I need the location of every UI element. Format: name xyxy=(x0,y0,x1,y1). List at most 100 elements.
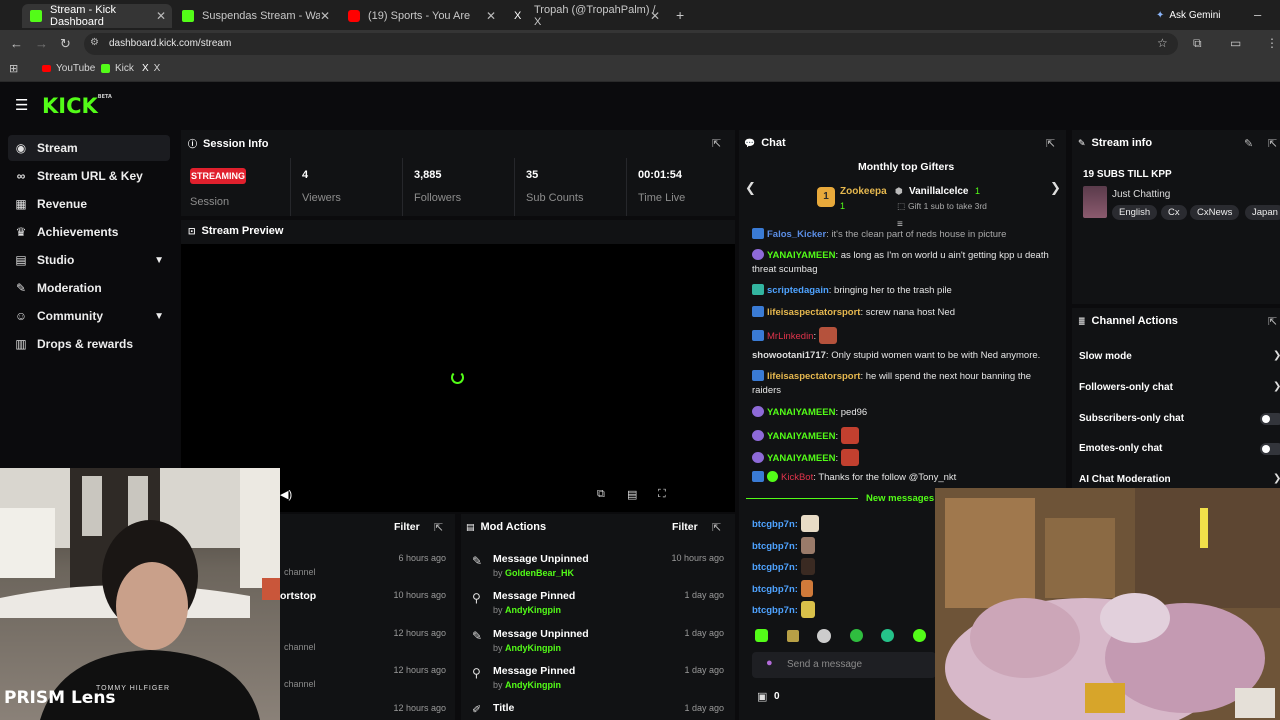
log-row-text: channel xyxy=(284,642,316,652)
popout-icon[interactable]: ⇱ xyxy=(712,137,721,150)
filter-button[interactable]: Filter xyxy=(672,521,698,533)
chevron-left-icon[interactable]: ❮ xyxy=(745,180,756,196)
emote-shortcut-icon[interactable] xyxy=(787,630,799,642)
chat-username[interactable]: btcgbp7n: xyxy=(752,562,798,573)
chat-username[interactable]: YANAIYAMEEN xyxy=(767,250,835,261)
new-tab-icon[interactable]: + xyxy=(676,7,684,23)
chat-username[interactable]: btcgbp7n: xyxy=(752,541,798,552)
gift-prompt[interactable]: Gift 1 sub to take 3rd xyxy=(908,201,987,211)
emote-shortcut-icon[interactable] xyxy=(881,629,894,642)
gifter-2-name[interactable]: Vanillalcelce xyxy=(909,186,969,197)
popout-icon[interactable]: ⇱ xyxy=(1046,137,1055,150)
moderator-name[interactable]: GoldenBear_HK xyxy=(505,568,574,578)
browser-tab-youtube-sports[interactable]: (19) Sports - You Are The R ✕ xyxy=(340,4,502,28)
chat-username[interactable]: lifeisaspectatorsport xyxy=(767,307,860,318)
microphone-icon[interactable]: ● xyxy=(766,657,773,669)
browser-tab-kick-dashboard[interactable]: Stream - Kick Dashboard ✕ xyxy=(22,4,172,28)
gifter-1-name[interactable]: Zookeepa xyxy=(840,186,887,197)
channel-points-icon[interactable]: ▣ xyxy=(757,690,767,703)
browser-tab-x-tropah[interactable]: X Tropah (@TropahPalm) / X ✕ xyxy=(506,4,666,28)
fullscreen-icon[interactable]: ⛶ xyxy=(658,488,666,501)
picture-in-picture-icon[interactable]: ⧉ xyxy=(597,488,605,501)
edit-pencil-icon[interactable]: ✎ xyxy=(1244,137,1253,150)
menu-dots-icon[interactable]: ⋮ xyxy=(1266,36,1278,50)
sidebar-item-community[interactable]: ☺ Community ▼ xyxy=(8,303,170,329)
chat-username[interactable]: btcgbp7n: xyxy=(752,605,798,616)
sidebar-item-achievements[interactable]: ♛ Achievements xyxy=(8,219,170,245)
bookmark-star-icon[interactable]: ☆ xyxy=(1157,36,1168,50)
close-tab-icon[interactable]: ✕ xyxy=(486,9,496,23)
send-message-input[interactable]: ● Send a message xyxy=(752,652,936,678)
bookmark-x[interactable]: X X xyxy=(142,63,160,74)
minimize-window-icon[interactable]: – xyxy=(1254,7,1261,22)
close-tab-icon[interactable]: ✕ xyxy=(650,9,660,23)
browser-tab-suspendas[interactable]: Suspendas Stream - Watch Live ✕ xyxy=(174,4,336,28)
sidebar-item-stream-url-key[interactable]: ∞ Stream URL & Key xyxy=(8,163,170,189)
theater-mode-icon[interactable]: ▤ xyxy=(627,488,637,501)
chat-username[interactable]: Falos_Kicker xyxy=(767,229,826,240)
sidebar-item-moderation[interactable]: ✎ Moderation xyxy=(8,275,170,301)
chevron-down-icon[interactable]: ▼ xyxy=(154,255,164,266)
emote-shortcut-icon[interactable] xyxy=(850,629,863,642)
kick-logo[interactable]: KICKBETA xyxy=(42,94,112,118)
moderator-name[interactable]: AndyKingpin xyxy=(505,605,561,615)
tag-japan[interactable]: Japan xyxy=(1245,205,1280,220)
bookmark-youtube[interactable]: YouTube xyxy=(42,63,95,74)
close-tab-icon[interactable]: ✕ xyxy=(156,9,166,23)
sidebar-item-stream[interactable]: ◉ Stream xyxy=(8,135,170,161)
sidebar-item-revenue[interactable]: ▦ Revenue xyxy=(8,191,170,217)
category-name[interactable]: Just Chatting xyxy=(1112,189,1170,200)
moderator-name[interactable]: AndyKingpin xyxy=(505,680,561,690)
popout-icon[interactable]: ⇱ xyxy=(434,521,443,534)
chat-username[interactable]: KickBot xyxy=(781,472,813,483)
reload-icon[interactable]: ↻ xyxy=(60,36,71,52)
side-panel-icon[interactable]: ▭ xyxy=(1230,36,1241,50)
subscribers-only-toggle[interactable] xyxy=(1260,413,1280,425)
sidebar-item-drops-rewards[interactable]: ▥ Drops & rewards xyxy=(8,331,170,357)
chat-username[interactable]: YANAIYAMEEN xyxy=(767,431,835,442)
popout-icon[interactable]: ⇱ xyxy=(1268,137,1277,150)
forward-arrow-icon[interactable]: → xyxy=(35,36,48,51)
chat-username[interactable]: btcgbp7n: xyxy=(752,584,798,595)
chevron-right-icon[interactable]: ❯ xyxy=(1273,350,1280,361)
bookmark-kick[interactable]: Kick xyxy=(101,63,134,74)
tag-cxnews[interactable]: CxNews xyxy=(1190,205,1240,220)
by-text: by xyxy=(493,680,503,690)
filter-button[interactable]: Filter xyxy=(394,521,420,533)
chevron-down-icon[interactable]: ▼ xyxy=(154,311,164,322)
close-tab-icon[interactable]: ✕ xyxy=(320,9,330,23)
chat-username[interactable]: lifeisaspectatorsport xyxy=(767,371,860,382)
emotes-only-toggle[interactable] xyxy=(1260,443,1280,455)
chat-username[interactable]: MrLinkedin xyxy=(767,331,813,342)
tag-english[interactable]: English xyxy=(1112,205,1158,220)
chat-username[interactable]: YANAIYAMEEN xyxy=(767,407,835,418)
tag-cx[interactable]: Cx xyxy=(1161,205,1187,220)
category-thumbnail[interactable] xyxy=(1083,186,1107,218)
back-arrow-icon[interactable]: ← xyxy=(10,36,23,51)
chevron-right-icon[interactable]: ❯ xyxy=(1273,473,1280,484)
chat-username[interactable]: YANAIYAMEEN xyxy=(767,453,835,464)
hamburger-menu-icon[interactable]: ☰ xyxy=(15,96,28,114)
popout-icon[interactable]: ⇱ xyxy=(1268,315,1277,328)
chat-username[interactable]: scriptedagain xyxy=(767,285,829,296)
emote-shortcut-icon[interactable] xyxy=(913,629,926,642)
site-info-icon[interactable]: ⚙ xyxy=(90,37,99,48)
new-messages-divider xyxy=(746,498,858,499)
ask-gemini-button[interactable]: ✦ Ask Gemini xyxy=(1156,6,1221,24)
link-icon: ∞ xyxy=(16,169,26,183)
new-messages-label[interactable]: New messages xyxy=(866,493,934,504)
mod-action-time: 1 day ago xyxy=(684,628,724,638)
sidebar-item-studio[interactable]: ▤ Studio ▼ xyxy=(8,247,170,273)
apps-grid-icon[interactable]: ⊞ xyxy=(9,62,18,75)
address-bar[interactable]: ⚙ dashboard.kick.com/stream ☆ xyxy=(84,33,1178,55)
chevron-right-icon[interactable]: ❯ xyxy=(1050,180,1061,196)
moderator-name[interactable]: AndyKingpin xyxy=(505,643,561,653)
emote-shortcut-icon[interactable] xyxy=(755,629,768,642)
chat-username[interactable]: btcgbp7n: xyxy=(752,519,798,530)
extensions-icon[interactable]: ⧉ xyxy=(1193,36,1202,51)
chevron-right-icon[interactable]: ❯ xyxy=(1273,381,1280,392)
popout-icon[interactable]: ⇱ xyxy=(712,521,721,534)
emote-shortcut-icon[interactable] xyxy=(817,629,831,643)
volume-icon[interactable]: ◀) xyxy=(280,488,292,501)
chat-username[interactable]: showootani1717 xyxy=(752,350,826,361)
